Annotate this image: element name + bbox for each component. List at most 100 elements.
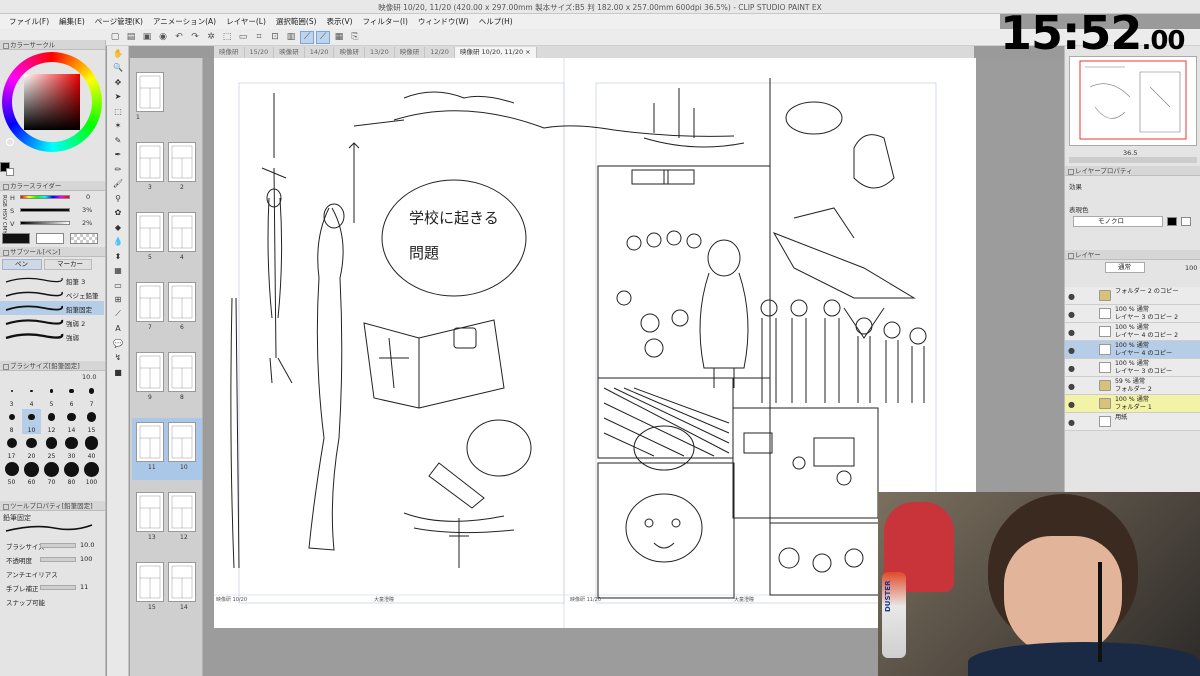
clip-studio-icon[interactable]: ◉: [156, 31, 170, 44]
navigator-preview[interactable]: [1069, 56, 1197, 146]
page-thumbnail[interactable]: [136, 492, 164, 532]
eyedropper-icon[interactable]: ✎: [107, 133, 129, 148]
new-icon[interactable]: ▢: [108, 31, 122, 44]
brush-size-cell[interactable]: 10: [22, 409, 41, 434]
brush-size-cell[interactable]: 17: [2, 435, 21, 460]
undo-icon[interactable]: ↶: [172, 31, 186, 44]
brush-size-cell[interactable]: 5: [42, 383, 61, 408]
brush-size-cell[interactable]: 30: [62, 435, 81, 460]
document-tab[interactable]: 映像研: [214, 47, 245, 58]
color-mode-tabs[interactable]: RGB HSV CMY: [1, 195, 7, 234]
layer-row[interactable]: ● 100 % 通常 レイヤー 3 のコピー: [1065, 359, 1200, 377]
menu-item-7[interactable]: フィルター(I): [358, 16, 413, 27]
move-icon[interactable]: ✥: [107, 75, 129, 90]
page-thumbnail[interactable]: [136, 142, 164, 182]
slider-v[interactable]: [20, 221, 70, 225]
document-tab[interactable]: 12/20: [425, 47, 455, 58]
color-swatch-icon[interactable]: ■: [107, 365, 129, 380]
brush-size-cell[interactable]: 12: [42, 409, 61, 434]
menu-item-4[interactable]: レイヤー(L): [221, 16, 271, 27]
brush-size-cell[interactable]: 60: [22, 461, 41, 486]
layer-row[interactable]: ● 59 % 通常 フォルダー 2: [1065, 377, 1200, 395]
transform-icon[interactable]: ⬚: [220, 31, 234, 44]
auto-select-icon[interactable]: ✶: [107, 119, 129, 134]
tool-property-row[interactable]: ブラシサイズ 10.0: [0, 539, 104, 552]
page-thumbnail[interactable]: [136, 352, 164, 392]
menu-item-9[interactable]: ヘルプ(H): [474, 16, 518, 27]
eye-icon[interactable]: ●: [1068, 346, 1075, 355]
brush-size-cell[interactable]: 4: [22, 383, 41, 408]
brush-size-cell[interactable]: 3: [2, 383, 21, 408]
current-color-white[interactable]: [36, 233, 64, 244]
fill-icon[interactable]: ▥: [284, 31, 298, 44]
brush-icon[interactable]: 🖌: [107, 177, 129, 192]
slider-h[interactable]: [20, 195, 70, 199]
tool-property-row[interactable]: アンチエイリアス: [0, 567, 104, 580]
pen-icon[interactable]: ✒: [107, 148, 129, 163]
eye-icon[interactable]: ●: [1068, 400, 1075, 409]
brush-size-cell[interactable]: 8: [2, 409, 21, 434]
gradient-icon[interactable]: ▦: [107, 264, 129, 279]
brush-size-cell[interactable]: 100: [82, 461, 101, 486]
tab-pen[interactable]: ペン: [2, 259, 42, 270]
page-thumbnail[interactable]: [168, 282, 196, 322]
balloon-icon[interactable]: 💬: [107, 336, 129, 351]
open-icon[interactable]: ▤: [124, 31, 138, 44]
sub-color-swatch[interactable]: [6, 168, 14, 176]
menu-item-1[interactable]: 編集(E): [54, 16, 90, 27]
page-thumbnail[interactable]: [136, 422, 164, 462]
expression-color-white[interactable]: [1181, 217, 1191, 226]
document-tab[interactable]: 15/20: [245, 47, 275, 58]
document-tab[interactable]: 映像研: [334, 47, 365, 58]
fill-icon[interactable]: ⬍: [107, 249, 129, 264]
script-icon[interactable]: ⎘: [348, 31, 362, 44]
tab-marker[interactable]: マーカー: [44, 259, 92, 270]
property-slider[interactable]: [40, 557, 76, 562]
correct-line-icon[interactable]: ↯: [107, 351, 129, 366]
eye-icon[interactable]: ●: [1068, 364, 1075, 373]
color-circle[interactable]: [0, 50, 105, 180]
decoration-icon[interactable]: ✿: [107, 206, 129, 221]
page-thumbnail[interactable]: [168, 492, 196, 532]
canvas-sheet[interactable]: 学校に起きる 問題 映像研 10/20 大童澄瞳 映像研 11/20 大童澄瞳: [214, 58, 976, 628]
page-thumbnail[interactable]: [136, 562, 164, 602]
current-color-black[interactable]: [2, 233, 30, 244]
document-tab[interactable]: 映像研: [395, 47, 426, 58]
page-thumbnail[interactable]: [168, 212, 196, 252]
deselect-icon[interactable]: ▭: [236, 31, 250, 44]
menu-item-0[interactable]: ファイル(F): [4, 16, 54, 27]
layer-row[interactable]: ● 100 % 通常 レイヤー 4 のコピー: [1065, 341, 1200, 359]
brush-size-cell[interactable]: 7: [82, 383, 101, 408]
menu-item-8[interactable]: ウィンドウ(W): [413, 16, 474, 27]
operation-icon[interactable]: ➤: [107, 90, 129, 105]
tool-property-row[interactable]: 不透明度 100: [0, 553, 104, 566]
subtool-item[interactable]: 鉛筆固定: [0, 301, 104, 315]
property-slider[interactable]: [40, 585, 76, 590]
layer-row[interactable]: ● 100 % 通常 レイヤー 3 のコピー 2: [1065, 305, 1200, 323]
text-icon[interactable]: A: [107, 322, 129, 337]
eye-icon[interactable]: ●: [1068, 328, 1075, 337]
page-thumbnail[interactable]: [136, 282, 164, 322]
page-thumbnail[interactable]: [136, 212, 164, 252]
snap-special-ruler-icon[interactable]: ⟋: [316, 30, 330, 44]
ruler-icon[interactable]: ⟋: [107, 307, 129, 322]
tool-property-row[interactable]: スナップ可能: [0, 595, 104, 608]
brush-size-cell[interactable]: 80: [62, 461, 81, 486]
page-thumbnail[interactable]: [168, 142, 196, 182]
pencil-icon[interactable]: ✏: [107, 162, 129, 177]
blend-mode-select[interactable]: 通常: [1105, 262, 1145, 273]
document-tab[interactable]: 13/20: [365, 47, 395, 58]
expression-color-black[interactable]: [1167, 217, 1177, 226]
redo-icon[interactable]: ↷: [188, 31, 202, 44]
brush-size-cell[interactable]: 50: [2, 461, 21, 486]
eye-icon[interactable]: ●: [1068, 310, 1075, 319]
snap-ruler-icon[interactable]: ⟋: [300, 30, 314, 44]
close-icon[interactable]: ×: [523, 48, 530, 56]
brush-size-cell[interactable]: 40: [82, 435, 101, 460]
subtool-item[interactable]: 鉛筆 3: [0, 273, 104, 287]
menu-item-2[interactable]: ページ管理(K): [90, 16, 148, 27]
eye-icon[interactable]: ●: [1068, 418, 1075, 427]
brush-size-cell[interactable]: 20: [22, 435, 41, 460]
slider-s[interactable]: [20, 208, 70, 212]
transparent-color[interactable]: [70, 233, 98, 244]
